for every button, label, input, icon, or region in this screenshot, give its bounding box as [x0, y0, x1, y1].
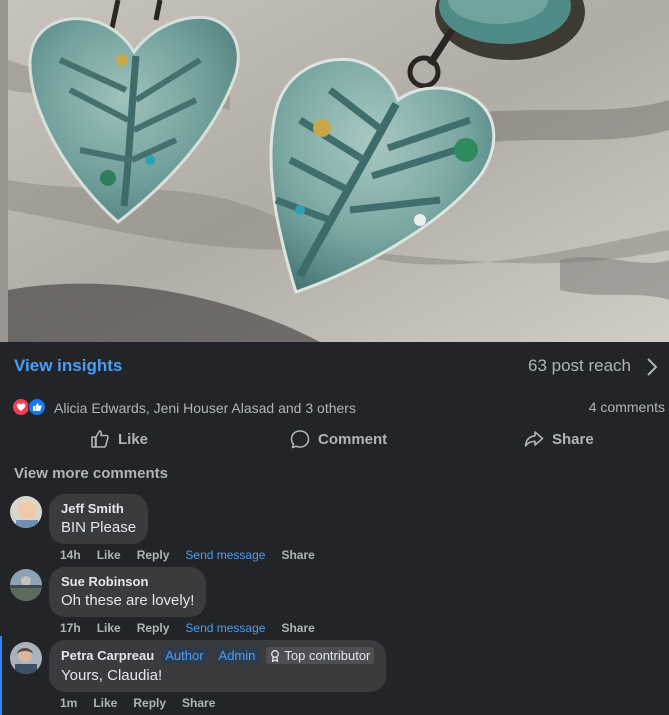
- comment-time[interactable]: 14h: [60, 548, 81, 562]
- top-contributor-label: Top contributor: [284, 648, 371, 663]
- view-insights-link[interactable]: View insights: [14, 356, 122, 376]
- ceramic-heart-pendants-image: [0, 0, 669, 342]
- reactors-text[interactable]: Alicia Edwards, Jeni Houser Alasad and 3…: [54, 400, 356, 416]
- author-badge: Author: [161, 647, 208, 664]
- send-message-link[interactable]: Send message: [185, 621, 265, 635]
- reactions-summary[interactable]: Alicia Edwards, Jeni Houser Alasad and 3…: [0, 394, 669, 422]
- like-label: Like: [118, 430, 149, 448]
- comment-bubble: Sue Robinson Oh these are lovely!: [49, 567, 207, 617]
- comment-text: Oh these are lovely!: [61, 592, 195, 609]
- comment-count[interactable]: 4 comments: [589, 399, 665, 415]
- avatar[interactable]: [10, 569, 42, 601]
- comment-share-link[interactable]: Share: [182, 696, 215, 710]
- comment-time[interactable]: 1m: [60, 696, 77, 710]
- comment-like-link[interactable]: Like: [97, 548, 121, 562]
- comment-bubble-icon: [290, 430, 310, 449]
- like-button[interactable]: Like: [90, 428, 148, 450]
- comment-author[interactable]: Petra Carpreau: [61, 648, 154, 663]
- share-arrow-icon: [524, 431, 544, 447]
- comment-reply-link[interactable]: Reply: [137, 621, 170, 635]
- share-label: Share: [552, 430, 594, 448]
- like-icon: [28, 398, 46, 416]
- comment-time[interactable]: 17h: [60, 621, 81, 635]
- comment-meta: 17h Like Reply Send message Share: [60, 621, 315, 635]
- view-more-comments-link[interactable]: View more comments: [14, 465, 168, 482]
- comment-button[interactable]: Comment: [290, 428, 669, 450]
- reaction-icons: [12, 398, 50, 418]
- top-contributor-badge[interactable]: Top contributor: [266, 647, 375, 664]
- comment-reply-link[interactable]: Reply: [137, 548, 170, 562]
- comment-bubble: Jeff Smith BIN Please: [49, 494, 149, 544]
- chevron-right-icon[interactable]: [645, 358, 659, 376]
- comment-author[interactable]: Jeff Smith: [61, 501, 124, 516]
- new-comment-highlight: [0, 636, 2, 715]
- award-icon: [271, 649, 280, 662]
- comment-like-link[interactable]: Like: [93, 696, 117, 710]
- comment-label: Comment: [318, 430, 388, 448]
- comment-meta: 1m Like Reply Share: [60, 696, 215, 710]
- send-message-link[interactable]: Send message: [185, 548, 265, 562]
- comment-share-link[interactable]: Share: [281, 621, 314, 635]
- avatar[interactable]: [10, 642, 42, 674]
- post-actions: Like Comment Share: [0, 424, 669, 454]
- post-reach[interactable]: 63 post reach: [528, 356, 631, 376]
- comment-share-link[interactable]: Share: [281, 548, 314, 562]
- comment-meta: 14h Like Reply Send message Share: [60, 548, 315, 562]
- insights-row: View insights 63 post reach: [0, 342, 669, 390]
- comment-author[interactable]: Sue Robinson: [61, 574, 148, 589]
- comment-bubble: Petra Carpreau Author Admin Top contribu…: [49, 640, 387, 692]
- comment-text: Yours, Claudia!: [61, 667, 163, 684]
- admin-badge: Admin: [214, 647, 260, 664]
- post-photo[interactable]: [0, 0, 669, 342]
- thumbs-up-icon: [91, 430, 109, 448]
- comment-reply-link[interactable]: Reply: [133, 696, 166, 710]
- comment-text: BIN Please: [61, 519, 137, 536]
- avatar[interactable]: [10, 496, 42, 528]
- comment-like-link[interactable]: Like: [97, 621, 121, 635]
- share-button[interactable]: Share: [524, 428, 594, 450]
